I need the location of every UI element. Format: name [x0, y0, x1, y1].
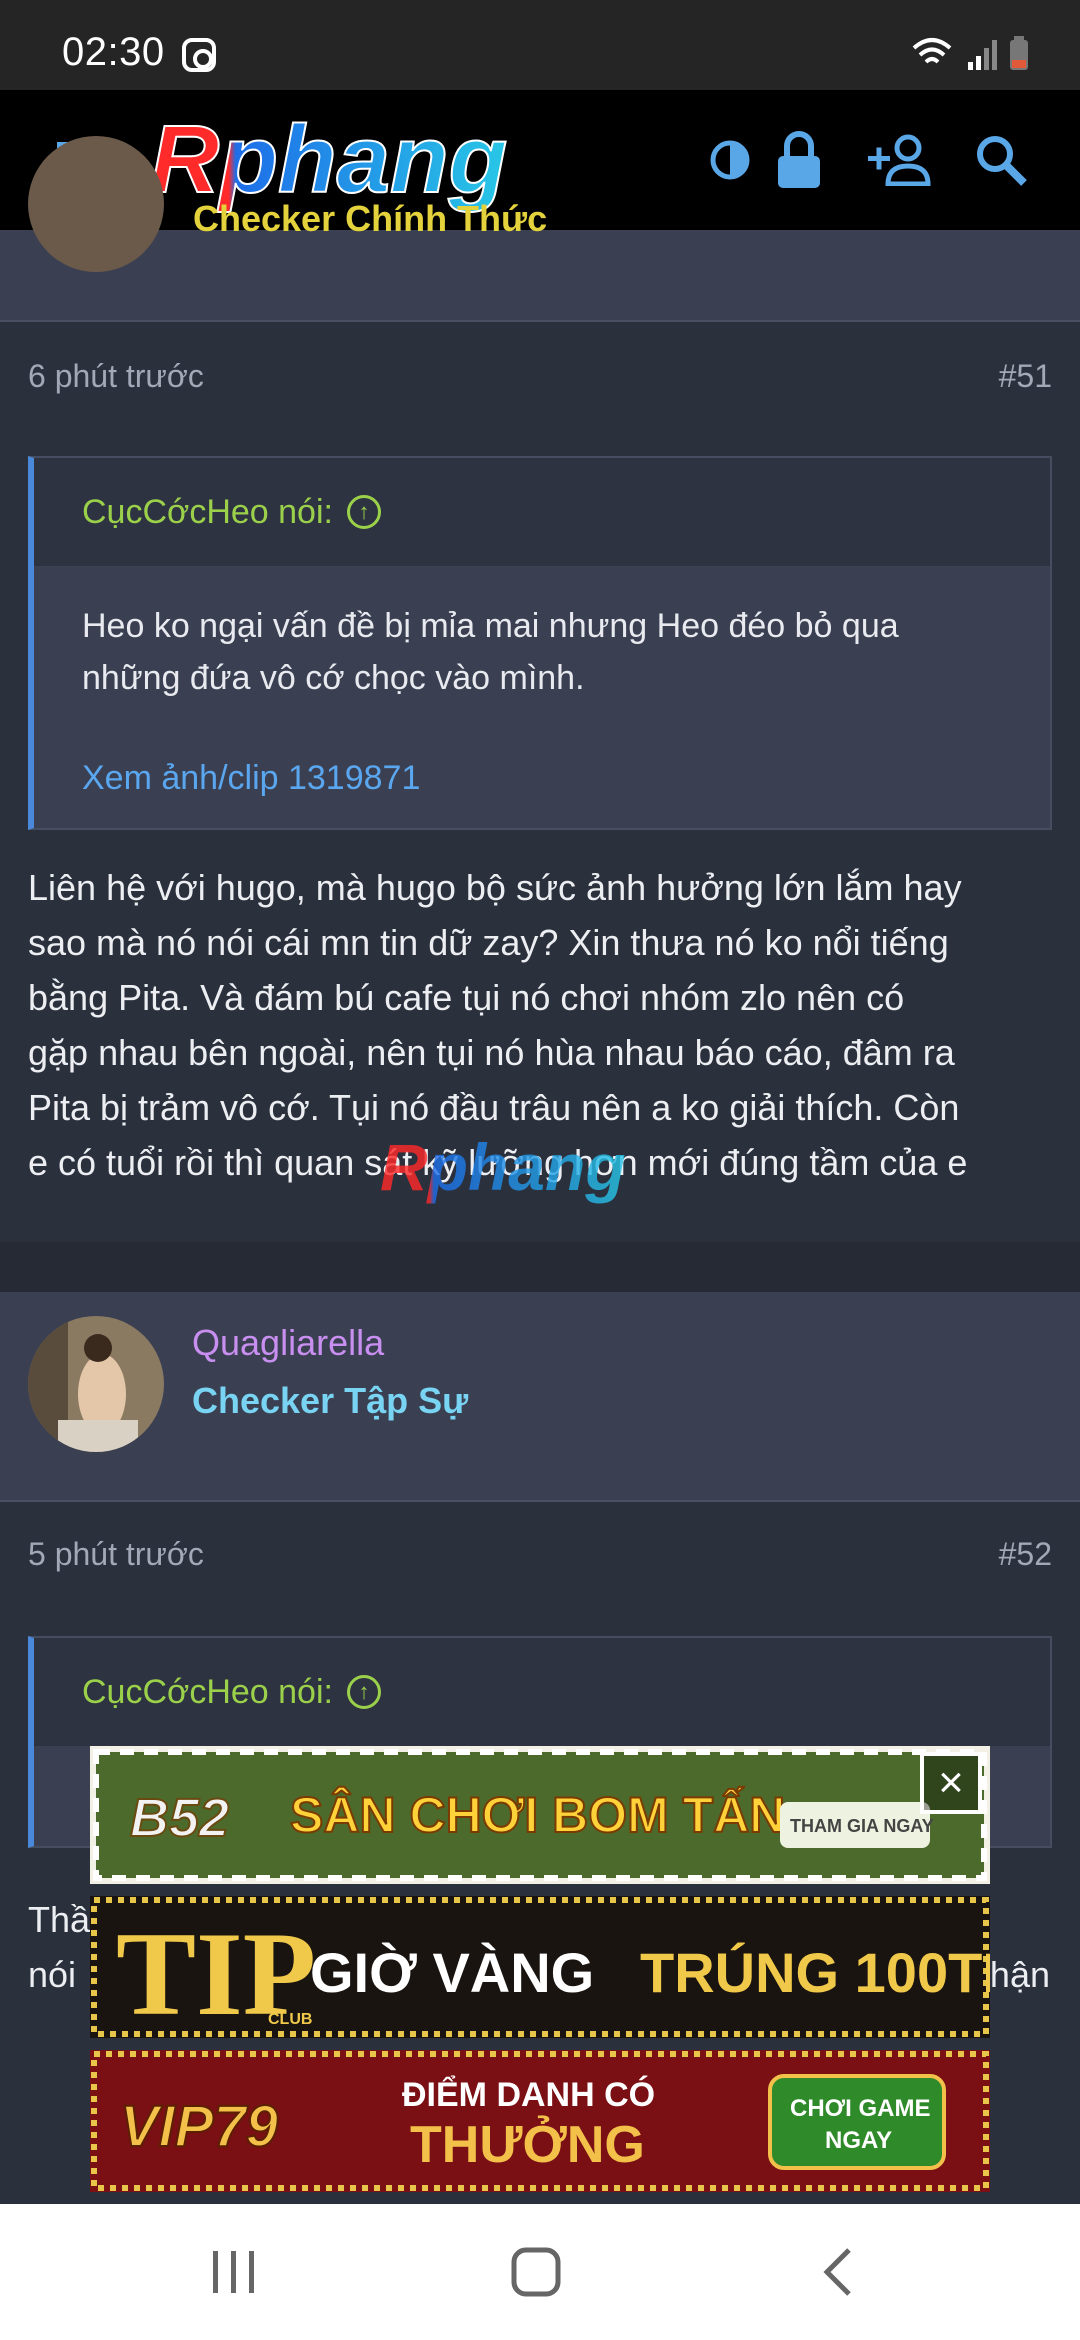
ad-banner-vip79[interactable]: VIP79 ĐIỂM DANH CÓ THƯỞNG CHƠI GAME NGAY: [90, 2050, 990, 2192]
post-time[interactable]: 6 phút trước: [28, 358, 204, 395]
post-51: 6 phút trước #51 CụcCớcHeo nói: ↑ Heo ko…: [0, 322, 1080, 1242]
quote-block: CụcCớcHeo nói: ↑ Heo ko ngại vấn đề bị m…: [28, 456, 1052, 830]
instagram-icon: [182, 38, 216, 72]
media-link[interactable]: Xem ảnh/clip 1319871: [82, 752, 1002, 804]
system-status-icons: [912, 36, 1028, 70]
home-icon[interactable]: [456, 2204, 616, 2340]
svg-text:CHƠI GAME: CHƠI GAME: [790, 2095, 930, 2122]
post-time[interactable]: 5 phút trước: [28, 1536, 204, 1573]
system-nav-bar: [0, 2204, 1080, 2340]
post-number[interactable]: #51: [999, 358, 1052, 395]
back-icon[interactable]: [758, 2204, 918, 2340]
svg-text:ĐIỂM DANH CÓ: ĐIỂM DANH CÓ: [402, 2076, 655, 2114]
username[interactable]: Quagliarella: [192, 1322, 384, 1364]
svg-text:Rphang: Rphang: [380, 1130, 626, 1204]
recent-apps-icon[interactable]: [154, 2204, 314, 2340]
ad-banner-tip[interactable]: TIP CLUB GIỜ VÀNG TRÚNG 100TR: [90, 1896, 990, 2038]
svg-text:THƯỞNG: THƯỞNG: [410, 2115, 645, 2174]
svg-text:VIP79: VIP79: [120, 2094, 278, 2159]
user-title: Checker Tập Sự: [192, 1380, 469, 1421]
avatar[interactable]: [28, 1316, 164, 1452]
watermark-logo: Rphang: [380, 1130, 626, 1204]
arrow-up-circle-icon[interactable]: ↑: [346, 495, 381, 529]
ad-banner-b52[interactable]: B52 SÂN CHƠI BOM TẤN THAM GIA NGAY ×: [90, 1746, 990, 1884]
svg-text:SÂN CHƠI BOM TẤN: SÂN CHƠI BOM TẤN: [290, 1787, 785, 1843]
close-ad-icon[interactable]: ×: [920, 1752, 982, 1814]
quote-content: Heo ko ngại vấn đề bị mỉa mai nhưng Heo …: [34, 566, 1050, 840]
quote-author[interactable]: CụcCớcHeo nói: ↑: [34, 458, 1050, 566]
user-band: Quagliarella Checker Tập Sự: [0, 1292, 1080, 1500]
svg-text:B52: B52: [130, 1788, 229, 1848]
status-bar: 02:30: [0, 0, 1080, 90]
battery-icon: [1010, 36, 1028, 70]
arrow-up-circle-icon[interactable]: ↑: [346, 1675, 381, 1709]
svg-text:THAM GIA NGAY: THAM GIA NGAY: [790, 1816, 934, 1836]
svg-text:CLUB: CLUB: [268, 2011, 312, 2028]
quote-author[interactable]: CụcCớcHeo nói: ↑: [34, 1638, 1050, 1746]
svg-text:TRÚNG 100TR: TRÚNG 100TR: [640, 1941, 990, 2004]
status-time: 02:30: [62, 30, 165, 74]
signal-icon: [968, 40, 997, 70]
previous-user-band: [0, 230, 1080, 320]
svg-text:GIỜ VÀNG: GIỜ VÀNG: [310, 1941, 594, 2004]
post-number[interactable]: #52: [999, 1536, 1052, 1573]
wifi-icon: [912, 38, 952, 64]
svg-text:NGAY: NGAY: [825, 2127, 892, 2154]
